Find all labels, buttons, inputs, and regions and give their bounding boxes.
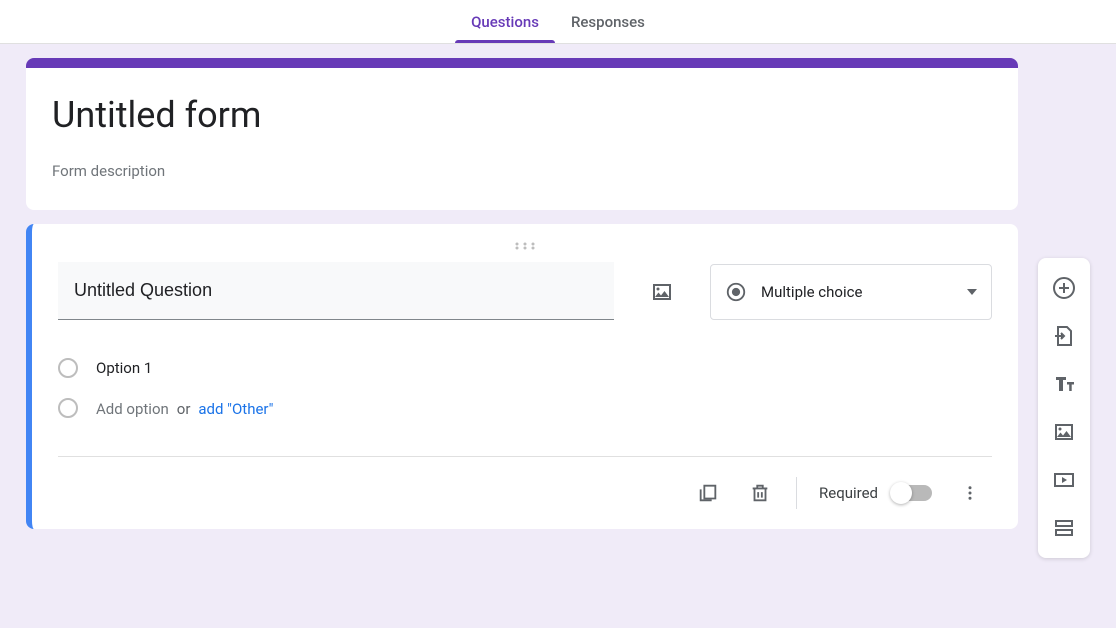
image-icon xyxy=(1052,420,1076,444)
drag-handle-icon[interactable] xyxy=(58,242,992,250)
video-icon xyxy=(1052,468,1076,492)
tab-responses[interactable]: Responses xyxy=(555,3,661,43)
question-type-selector[interactable]: Multiple choice xyxy=(710,264,992,320)
form-header-card: Untitled form Form description xyxy=(26,58,1018,210)
question-footer: Required xyxy=(58,471,992,515)
radio-circle-icon xyxy=(58,398,78,418)
required-toggle[interactable] xyxy=(892,485,932,501)
text-icon xyxy=(1052,372,1076,396)
copy-icon xyxy=(697,482,719,504)
option-row: Option 1 xyxy=(58,348,992,388)
form-title[interactable]: Untitled form xyxy=(52,94,992,136)
plus-circle-icon xyxy=(1052,276,1076,300)
delete-button[interactable] xyxy=(738,471,782,515)
chevron-down-icon xyxy=(967,289,977,295)
question-type-label: Multiple choice xyxy=(761,283,967,301)
add-image-button-toolbar[interactable] xyxy=(1042,410,1086,454)
required-label: Required xyxy=(819,484,878,502)
add-question-button[interactable] xyxy=(1042,266,1086,310)
or-text: or xyxy=(177,400,191,418)
more-vert-icon xyxy=(961,484,979,502)
vertical-divider xyxy=(796,477,797,509)
form-description[interactable]: Form description xyxy=(52,162,992,180)
more-options-button[interactable] xyxy=(948,471,992,515)
add-section-button[interactable] xyxy=(1042,506,1086,550)
add-option-row: Add option or add "Other" xyxy=(58,388,992,428)
option-1-text[interactable]: Option 1 xyxy=(96,359,152,377)
tab-questions[interactable]: Questions xyxy=(455,3,555,43)
section-icon xyxy=(1052,516,1076,540)
add-option-button[interactable]: Add option xyxy=(96,400,169,418)
divider xyxy=(58,456,992,457)
image-icon xyxy=(650,280,674,304)
add-image-button[interactable] xyxy=(638,268,686,316)
radio-circle-icon xyxy=(58,358,78,378)
question-title-input[interactable] xyxy=(58,262,614,320)
side-toolbar xyxy=(1038,258,1090,558)
trash-icon xyxy=(749,482,771,504)
import-icon xyxy=(1052,324,1076,348)
add-title-button[interactable] xyxy=(1042,362,1086,406)
import-questions-button[interactable] xyxy=(1042,314,1086,358)
add-video-button[interactable] xyxy=(1042,458,1086,502)
duplicate-button[interactable] xyxy=(686,471,730,515)
tabs-bar: Questions Responses xyxy=(0,0,1116,44)
add-other-button[interactable]: add "Other" xyxy=(198,400,273,418)
radio-icon xyxy=(725,281,747,303)
question-card: Multiple choice Option 1 Add option or a… xyxy=(26,224,1018,529)
